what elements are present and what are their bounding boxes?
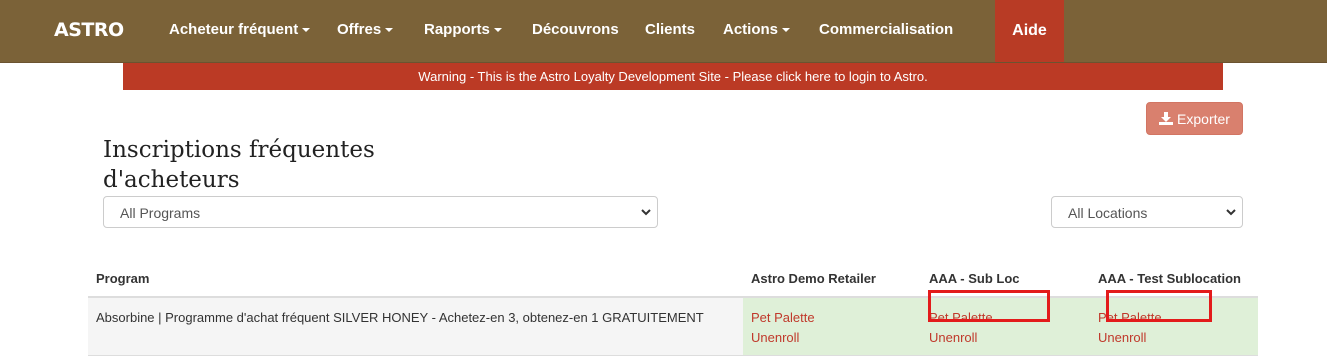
nav-label: Rapports xyxy=(424,21,490,38)
enrollment-store-link[interactable]: Pet Palette xyxy=(751,308,913,328)
nav-label: Actions xyxy=(723,21,779,38)
nav-discover[interactable]: Découvrons xyxy=(532,21,619,38)
nav-help-button[interactable]: Aide xyxy=(995,0,1064,62)
nav-label: Commercialisation xyxy=(819,21,954,38)
nav-label: Clients xyxy=(645,21,696,38)
nav-actions[interactable]: Actions xyxy=(723,21,791,38)
chevron-down-icon xyxy=(1226,209,1236,216)
highlight-box xyxy=(928,290,1050,322)
col-header-store: AAA - Test Sublocation xyxy=(1090,232,1258,298)
caret-down-icon xyxy=(385,28,394,33)
program-filter-value: All Programs xyxy=(120,205,201,221)
col-header-store: Astro Demo Retailer xyxy=(743,232,921,298)
nav-label: Découvrons xyxy=(532,21,619,38)
enrollments-table: Program Astro Demo Retailer AAA - Sub Lo… xyxy=(88,232,1258,356)
unenroll-link[interactable]: Unenroll xyxy=(929,328,1082,348)
nav-offers[interactable]: Offres xyxy=(337,21,394,38)
nav-label: Offres xyxy=(337,21,382,38)
col-header-program: Program xyxy=(88,232,743,298)
top-navbar: ASTRO Acheteur fréquent Offres Rapports … xyxy=(0,0,1327,63)
table-row: Absorbine | Programme d'achat fréquent S… xyxy=(88,297,1258,356)
table-header-row: Program Astro Demo Retailer AAA - Sub Lo… xyxy=(88,232,1258,298)
caret-down-icon xyxy=(493,28,502,33)
dev-site-warning-banner[interactable]: Warning - This is the Astro Loyalty Deve… xyxy=(123,63,1223,90)
nav-frequent-buyer[interactable]: Acheteur fréquent xyxy=(169,21,311,38)
col-header-store: AAA - Sub Loc xyxy=(921,232,1090,298)
brand-logo[interactable]: ASTRO xyxy=(54,19,124,41)
export-button[interactable]: Exporter xyxy=(1146,102,1243,135)
highlight-box xyxy=(1106,290,1212,322)
store-enrollment-cell: Pet Palette Unenroll xyxy=(743,297,921,356)
export-label: Exporter xyxy=(1177,110,1230,127)
program-name-cell: Absorbine | Programme d'achat fréquent S… xyxy=(88,297,743,356)
nav-reports[interactable]: Rapports xyxy=(424,21,502,38)
chevron-down-icon xyxy=(641,209,651,216)
location-filter-value: All Locations xyxy=(1068,205,1148,221)
nav-label: Acheteur fréquent xyxy=(169,21,299,38)
download-icon xyxy=(1159,112,1174,125)
nav-marketing[interactable]: Commercialisation xyxy=(819,21,953,38)
location-filter-select[interactable]: All Locations xyxy=(1051,196,1243,228)
page-title: Inscriptions fréquentes d'acheteurs xyxy=(103,137,375,193)
unenroll-link[interactable]: Unenroll xyxy=(751,328,913,348)
program-filter-select[interactable]: All Programs xyxy=(103,196,658,228)
nav-customers[interactable]: Clients xyxy=(645,21,695,38)
warning-text: Warning - This is the Astro Loyalty Deve… xyxy=(418,69,928,84)
unenroll-link[interactable]: Unenroll xyxy=(1098,328,1250,348)
caret-down-icon xyxy=(782,28,791,33)
caret-down-icon xyxy=(302,28,311,33)
